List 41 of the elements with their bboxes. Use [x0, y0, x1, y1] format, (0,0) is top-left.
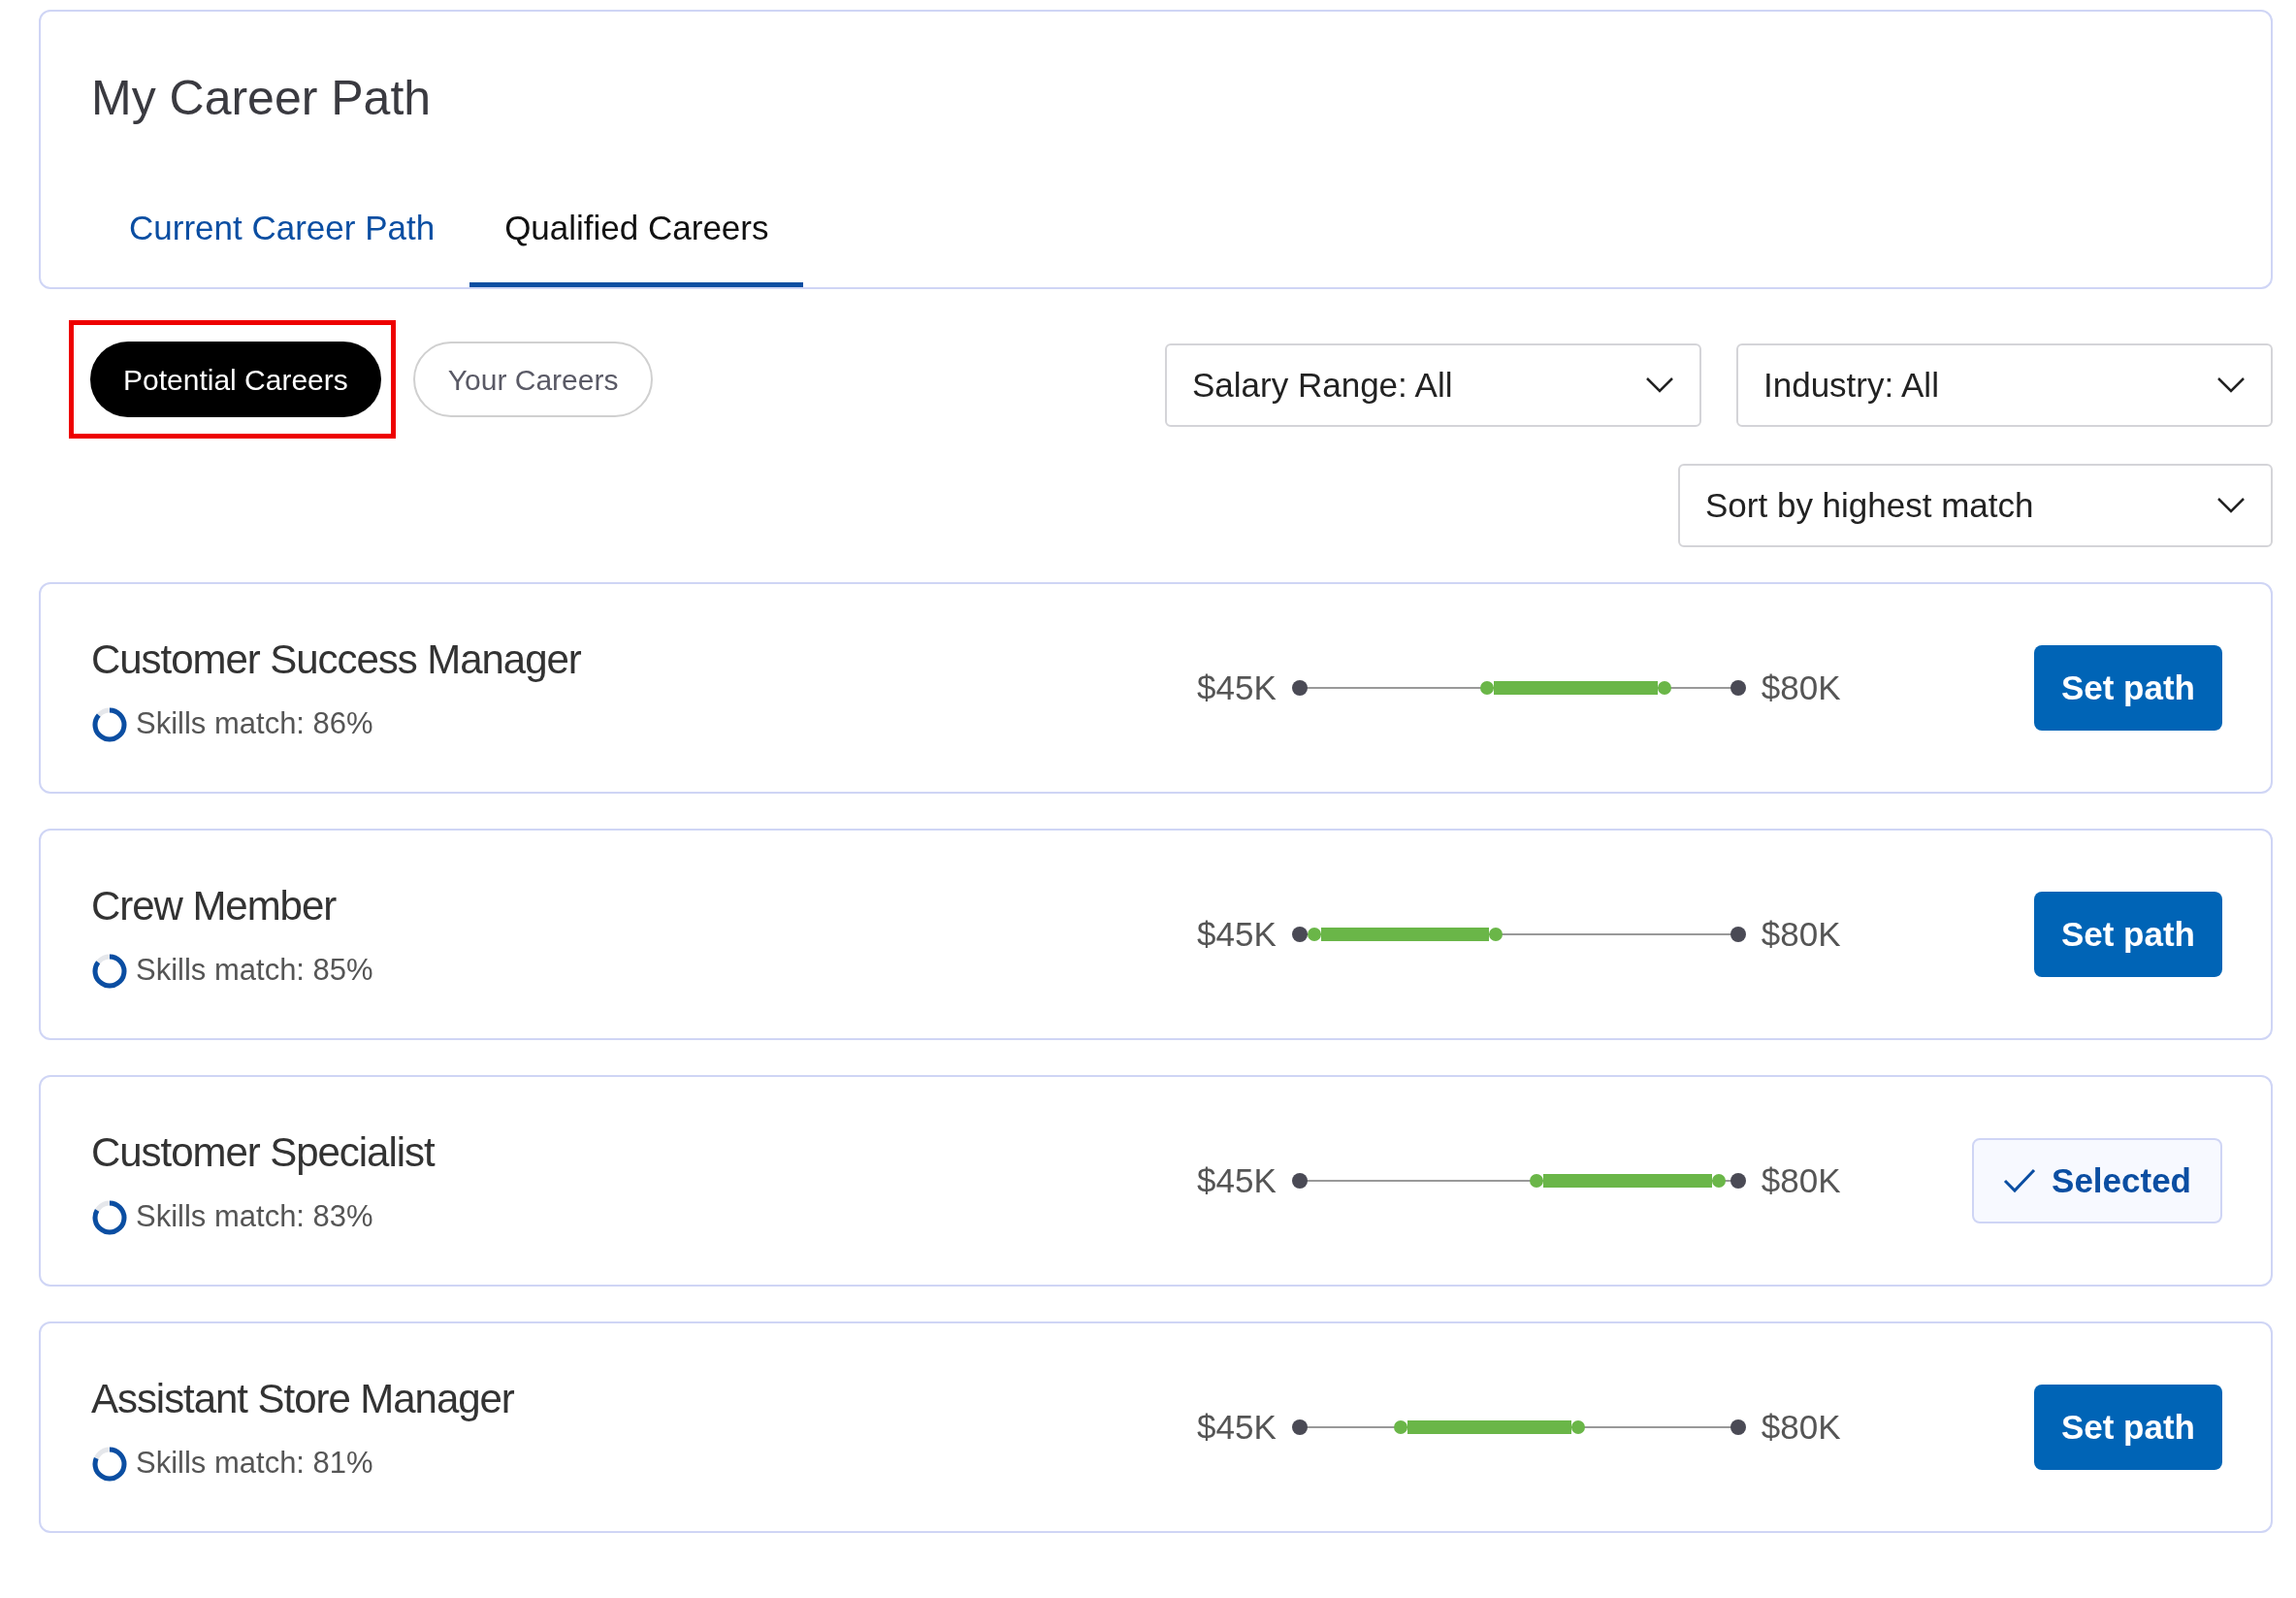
skills-match: Skills match: 85% [136, 952, 373, 990]
progress-ring-icon [91, 1198, 128, 1236]
selected-button[interactable]: Selected [1972, 1138, 2222, 1223]
range-thumb[interactable] [1480, 681, 1494, 695]
filter-pill[interactable]: Potential Careers [90, 342, 381, 417]
career-title: Customer Specialist [91, 1128, 437, 1178]
max-salary: $80K [1761, 1159, 1841, 1201]
chevron-down-icon [2216, 497, 2246, 514]
skills-match: Skills match: 81% [136, 1445, 373, 1483]
skills-match: Skills match: 86% [136, 705, 373, 743]
set-path-button[interactable]: Set path [2033, 892, 2222, 977]
range-thumb[interactable] [1530, 1174, 1544, 1188]
range-thumb[interactable] [1308, 928, 1322, 941]
career-title: Assistant Store Manager [91, 1375, 515, 1424]
chevron-down-icon [1645, 376, 1674, 394]
career-title: Crew Member [91, 882, 338, 931]
chevron-down-icon [2216, 376, 2246, 394]
max-salary: $80K [1761, 913, 1841, 955]
min-salary: $45K [1197, 913, 1277, 955]
filter-dropdown[interactable]: Salary Range: All [1165, 343, 1701, 427]
min-salary: $45K [1197, 1406, 1277, 1448]
min-salary: $45K [1197, 667, 1277, 708]
progress-ring-icon [91, 1445, 128, 1483]
tab[interactable]: Current Career Path [94, 194, 470, 287]
progress-ring-icon [91, 952, 128, 990]
range-thumb[interactable] [1489, 928, 1504, 941]
page-title: My Career Path [91, 74, 433, 122]
tab[interactable]: Qualified Careers [469, 194, 804, 287]
filter-pill[interactable]: Your Careers [412, 342, 654, 417]
min-salary: $45K [1197, 1159, 1277, 1201]
set-path-button[interactable]: Set path [2033, 645, 2222, 731]
max-salary: $80K [1761, 1406, 1841, 1448]
range-thumb[interactable] [1394, 1420, 1408, 1434]
progress-ring-icon [91, 705, 128, 743]
checkmark-icon [2003, 1168, 2037, 1193]
set-path-button[interactable]: Set path [2033, 1385, 2222, 1470]
skills-match: Skills match: 83% [136, 1198, 373, 1236]
career-title: Customer Success Manager [91, 636, 582, 685]
filter-dropdown[interactable]: Industry: All [1736, 343, 2273, 427]
max-salary: $80K [1761, 667, 1841, 708]
sort-dropdown[interactable]: Sort by highest match [1678, 464, 2273, 547]
